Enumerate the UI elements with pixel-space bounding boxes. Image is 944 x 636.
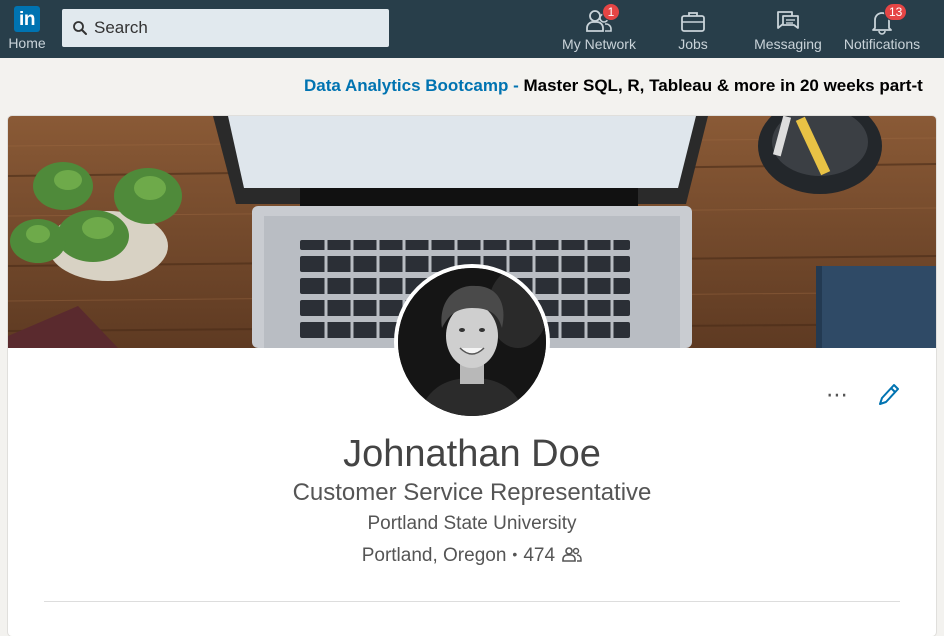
avatar-photo (398, 268, 546, 416)
nav-label-jobs[interactable]: Jobs (664, 36, 722, 52)
nav-item-notifications[interactable]: 13 Notifications (834, 0, 930, 58)
profile-card: ⋯ Johnathan Doe Customer Service Represe… (8, 116, 936, 636)
nav-item-my-network[interactable]: 1 My Network (556, 0, 642, 58)
connections-count[interactable]: 474 (523, 545, 555, 566)
profile-headline: Customer Service Representative (292, 479, 652, 506)
separator-dot: • (512, 546, 518, 562)
briefcase-icon (681, 12, 705, 32)
home-nav-item[interactable]: in Home (6, 6, 48, 51)
more-options-button[interactable]: ⋯ (826, 384, 849, 406)
top-navigation-bar: in Home 1 My Network Jobs (0, 0, 944, 58)
nav-item-messaging[interactable]: Messaging (748, 0, 828, 58)
nav-label-notifications[interactable]: Notifications (834, 36, 930, 52)
notifications-badge: 13 (884, 3, 908, 21)
network-badge: 1 (602, 3, 620, 21)
ellipsis-icon: ⋯ (826, 382, 849, 407)
ad-link[interactable]: Data Analytics Bootcamp - (304, 76, 519, 95)
search-icon (73, 21, 87, 35)
pencil-icon (879, 384, 899, 405)
profile-school[interactable]: Portland State University (8, 512, 936, 536)
profile-meta: Portland, Oregon • 474 (8, 542, 936, 568)
ad-text: Master SQL, R, Tableau & more in 20 week… (518, 76, 923, 95)
nav-label-my-network[interactable]: My Network (556, 36, 642, 52)
chat-icon (777, 11, 799, 29)
nav-label-messaging[interactable]: Messaging (748, 36, 828, 52)
profile-location: Portland, Oregon (361, 545, 507, 566)
connections-icon[interactable] (562, 546, 582, 562)
ad-banner[interactable]: Data Analytics Bootcamp - Master SQL, R,… (304, 76, 923, 96)
edit-profile-button[interactable] (876, 382, 900, 413)
profile-name: Johnathan Doe (343, 433, 601, 475)
search-input[interactable] (94, 18, 374, 38)
profile-avatar[interactable] (394, 264, 550, 420)
linkedin-logo[interactable]: in (14, 6, 40, 32)
search-box[interactable] (62, 9, 389, 47)
home-label[interactable]: Home (6, 35, 48, 51)
section-divider (44, 601, 900, 602)
nav-item-jobs[interactable]: Jobs (664, 0, 722, 58)
